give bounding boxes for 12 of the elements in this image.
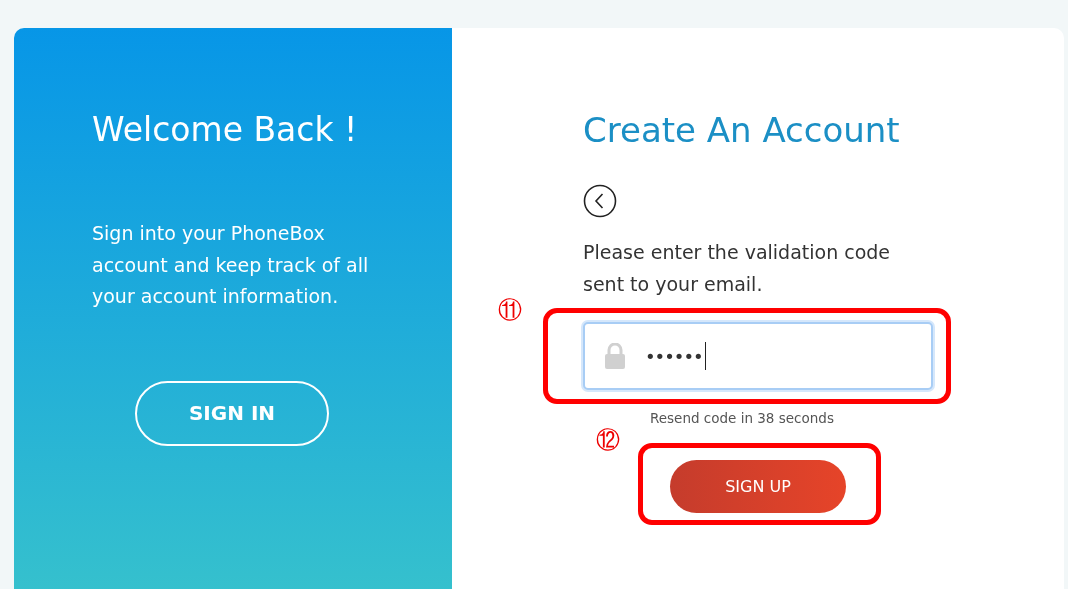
welcome-title: Welcome Back !	[92, 109, 359, 151]
instruction-text: Please enter the validation code sent to your email.	[583, 240, 892, 297]
sign-in-button[interactable]: SIGN IN	[135, 380, 329, 446]
resend-timer-text: Resend code in 38 seconds	[650, 410, 835, 426]
code-field[interactable]: ••••••	[583, 322, 933, 390]
back-icon[interactable]	[583, 184, 617, 218]
sign-up-button[interactable]: SIGN UP	[670, 460, 846, 513]
welcome-text: Sign into your PhoneBox account and keep track of all your account information.	[92, 221, 370, 309]
form-title: Create An Account	[583, 109, 901, 152]
annotation-number: ⑪	[498, 298, 522, 322]
annotation-number: ⑫	[596, 428, 620, 452]
lock-icon	[603, 343, 627, 369]
